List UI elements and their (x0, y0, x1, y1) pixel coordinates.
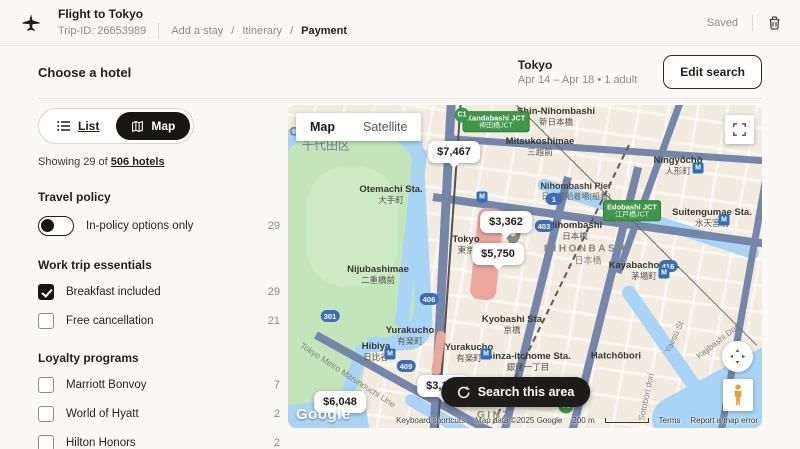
hotel-price-pin[interactable]: $3,362 (480, 211, 532, 233)
sub-header: Choose a hotel Tokyo Apr 14 – Apr 18 • 1… (0, 46, 800, 98)
content-divider (38, 98, 762, 99)
filter-label: In-policy options only (86, 220, 256, 232)
filter-free-cancellation[interactable]: Free cancellation 21 (38, 313, 280, 329)
map-scale-label: 200 m (572, 416, 594, 425)
filter-count: 21 (268, 315, 280, 327)
list-icon (57, 120, 71, 132)
map-icon (131, 120, 144, 133)
hotel-price-pin[interactable]: $7,467 (428, 141, 480, 163)
map-type-map-button[interactable]: Map (296, 113, 349, 141)
filter-label: Breakfast included (66, 286, 256, 298)
in-policy-toggle[interactable] (38, 216, 74, 236)
map-scale-bar (605, 418, 649, 423)
breadcrumb-add-a-stay[interactable]: Add a stay (171, 25, 223, 37)
trip-title: Flight to Tokyo (58, 7, 347, 21)
pegman-streetview-button[interactable] (723, 379, 753, 411)
saved-status: Saved (707, 17, 738, 29)
dates-occupancy: Apr 14 – Apr 18 • 1 adult (518, 74, 637, 86)
map-canvas[interactable]: Chiyoda City 千代田区 Otemachi Sta. 大手町 Niju… (288, 105, 762, 428)
google-logo[interactable]: Google (296, 406, 351, 423)
trip-id: Trip-ID: 26653989 (58, 25, 146, 37)
loyalty-heading: Loyalty programs (38, 351, 280, 365)
filter-count: 29 (268, 220, 280, 232)
fullscreen-button[interactable] (725, 115, 754, 144)
filter-count: 7 (274, 379, 280, 391)
pan-control-button[interactable] (722, 341, 753, 372)
filter-hilton-honors[interactable]: Hilton Honors 2 (38, 435, 280, 449)
loyalty-section: Loyalty programs Marriott Bonvoy 7 World… (38, 351, 280, 449)
map-park-inner (306, 167, 398, 287)
essentials-section: Work trip essentials Breakfast included … (38, 258, 280, 329)
filter-marriott-bonvoy[interactable]: Marriott Bonvoy 7 (38, 377, 280, 393)
search-this-area-button[interactable]: Search this area (441, 377, 591, 407)
map-data-credit: Map data ©2025 Google (475, 416, 562, 425)
page-title: Choose a hotel (38, 65, 131, 80)
filter-label: Marriott Bonvoy (66, 379, 262, 391)
checkbox-icon[interactable] (38, 313, 54, 329)
map-type-control: Map Satellite (296, 113, 421, 141)
breadcrumb-separator: / (290, 25, 293, 37)
checkbox-icon[interactable] (38, 406, 54, 422)
results-summary: Showing 29 of 506 hotels (38, 156, 280, 168)
results-summary-text: Showing 29 of (38, 156, 108, 168)
filter-label: World of Hyatt (66, 408, 262, 420)
edit-search-button[interactable]: Edit search (663, 55, 762, 89)
pegman-icon (732, 384, 744, 406)
checkbox-icon[interactable] (38, 377, 54, 393)
pan-arrows-icon (730, 349, 745, 364)
header-divider (158, 23, 159, 39)
map-type-satellite-button[interactable]: Satellite (349, 113, 421, 141)
app-header: Flight to Tokyo Trip-ID: 26653989 Add a … (0, 0, 800, 46)
breadcrumb-payment[interactable]: Payment (301, 25, 347, 37)
keyboard-shortcuts-link[interactable]: Keyboard shortcuts (396, 416, 465, 425)
destination-name: Tokyo (518, 58, 637, 72)
filter-breakfast-included[interactable]: Breakfast included 29 (38, 284, 280, 300)
report-map-error-link[interactable]: Report a map error (690, 416, 758, 425)
filter-in-policy[interactable]: In-policy options only 29 (38, 216, 280, 236)
checkbox-icon[interactable] (38, 435, 54, 449)
filter-label: Free cancellation (66, 315, 256, 327)
search-this-area-label: Search this area (478, 385, 575, 399)
filter-label: Hilton Honors (66, 437, 262, 449)
map-attribution: Keyboard shortcuts Map data ©2025 Google… (396, 416, 758, 425)
refresh-icon (457, 386, 470, 399)
flight-icon (18, 12, 44, 34)
view-toggle: List Map (38, 108, 194, 144)
travel-policy-section: Travel policy In-policy options only 29 (38, 190, 280, 236)
breadcrumb: Add a stay / Itinerary / Payment (171, 25, 347, 37)
filters-sidebar: List Map Showing 29 of 506 hotels Travel… (38, 108, 280, 449)
fullscreen-icon (733, 123, 746, 136)
view-toggle-list-label: List (78, 119, 99, 133)
terms-link[interactable]: Terms (659, 416, 681, 425)
view-toggle-map[interactable]: Map (116, 112, 190, 140)
results-count-link[interactable]: 506 hotels (111, 156, 165, 168)
filter-count: 2 (274, 437, 280, 449)
breadcrumb-separator: / (231, 25, 234, 37)
filter-count: 29 (268, 286, 280, 298)
header-divider (752, 15, 753, 31)
trash-icon[interactable] (767, 15, 782, 31)
view-toggle-map-label: Map (151, 119, 175, 133)
hotel-price-pin[interactable]: $5,750 (472, 243, 524, 265)
travel-policy-heading: Travel policy (38, 190, 280, 204)
view-toggle-list[interactable]: List (42, 112, 114, 140)
breadcrumb-itinerary[interactable]: Itinerary (242, 25, 282, 37)
filter-count: 2 (274, 408, 280, 420)
checkbox-checked-icon[interactable] (38, 284, 54, 300)
essentials-heading: Work trip essentials (38, 258, 280, 272)
filter-world-of-hyatt[interactable]: World of Hyatt 2 (38, 406, 280, 422)
